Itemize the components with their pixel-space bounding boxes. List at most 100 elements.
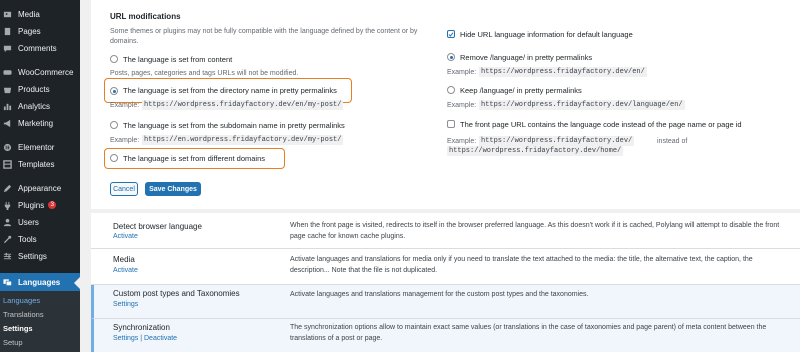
sidebar-item-elementor[interactable]: Elementor [0,138,80,156]
languages-icon [3,278,12,287]
module-name: Detect browser language [113,222,202,231]
keep-language-slug-label: Keep /language/ in pretty permalinks [460,86,582,95]
checkmark-icon [448,31,454,37]
sidebar-item-users[interactable]: Users [0,213,80,231]
sidebar-item-label: Comments [18,43,57,53]
example-label: Example: [110,137,140,144]
sidebar-item-woocommerce[interactable]: WooCommerce [0,63,80,81]
front-page-language-code-label: The front page URL contains the language… [460,120,742,129]
table-row-media: Media Activate Activate languages and tr… [91,249,800,285]
example-url-keep-slug: https://wordpress.fridayfactory.dev/lang… [479,100,685,110]
woocommerce-icon [3,68,12,77]
elementor-icon [3,143,12,152]
products-icon [3,85,12,94]
module-description: Activate languages and translations for … [290,256,753,274]
sidebar-item-comments[interactable]: Comments [0,39,80,57]
plugins-icon [3,201,12,210]
module-name: Media [113,255,135,264]
analytics-icon [3,102,12,111]
table-row-synchronization: Synchronization Settings | Deactivate Th… [91,319,800,352]
module-description: When the front page is visited, redirect… [290,222,780,240]
sidebar-item-marketing[interactable]: Marketing [0,114,80,132]
sidebar-item-label: Products [18,84,50,94]
example-url-remove-slug: https://wordpress.fridayfactory.dev/en/ [479,67,647,77]
module-action-links[interactable]: Settings | Deactivate [113,335,177,342]
media-icon [3,10,12,19]
module-description: Activate languages and translations mana… [290,291,589,298]
hide-default-language-checkbox[interactable] [447,30,455,38]
module-name: Custom post types and Taxonomies [113,289,240,298]
sidebar-item-label: Media [18,9,40,19]
module-name: Synchronization [113,323,170,332]
example-label: Example: [447,69,477,76]
sidebar-item-plugins[interactable]: Plugins 3 [0,196,80,214]
sidebar-item-label: Appearance [18,183,62,193]
settings-icon [3,252,12,261]
option-label-subdomain: The language is set from the subdomain n… [123,121,345,130]
admin-sidebar: Media Pages Comments WooCommerce Product… [0,0,80,352]
sidebar-item-products[interactable]: Products [0,80,80,98]
sidebar-item-templates[interactable]: Templates [0,155,80,173]
submenu-item-translations[interactable]: Translations [3,310,44,319]
option-label-content: The language is set from content [123,55,233,64]
module-action-link[interactable]: Activate [113,267,138,274]
option-label-directory: The language is set from the directory n… [123,86,337,95]
active-menu-pointer [74,277,80,289]
sidebar-item-label: Templates [18,159,55,169]
radio-language-from-content[interactable] [110,55,118,63]
sidebar-item-appearance[interactable]: Appearance [0,179,80,197]
comments-icon [3,44,12,53]
sidebar-item-label: Analytics [18,101,51,111]
submenu-item-setup[interactable]: Setup [3,338,23,347]
option-label-domains: The language is set from different domai… [123,154,266,163]
example-url-home: https://wordpress.fridayfactory.dev/home… [447,146,624,156]
sidebar-item-pages[interactable]: Pages [0,22,80,40]
radio-language-from-domains[interactable] [110,154,118,162]
example-label: Example: [110,102,140,109]
templates-icon [3,159,12,169]
radio-remove-language-slug[interactable] [447,53,455,61]
table-row-detect-browser-language: Detect browser language Activate When th… [91,213,800,249]
section-title: URL modifications [110,12,181,21]
modules-table: Detect browser language Activate When th… [91,213,800,352]
sidebar-item-label: Marketing [18,118,54,128]
hide-default-language-label: Hide URL language information for defaul… [460,30,633,39]
submenu-item-languages[interactable]: Languages [3,296,40,305]
languages-submenu: Languages Translations Settings Setup [0,291,80,352]
save-changes-button[interactable]: Save Changes [145,182,201,196]
module-action-link[interactable]: Settings [113,301,138,308]
marketing-icon [3,119,12,128]
table-row-custom-post-types: Custom post types and Taxonomies Setting… [91,285,800,319]
example-url-directory: https://wordpress.fridayfactory.dev/en/m… [142,100,344,110]
compatibility-note: Some themes or plugins may not be fully … [110,28,418,45]
module-action-link[interactable]: Activate [113,233,138,240]
cancel-button[interactable]: Cancel [110,182,138,196]
radio-keep-language-slug[interactable] [447,86,455,94]
example-label: Example: [447,102,477,109]
front-page-language-code-checkbox[interactable] [447,120,455,128]
sidebar-item-analytics[interactable]: Analytics [0,97,80,115]
radio-language-from-subdomain[interactable] [110,121,118,129]
sidebar-item-label: Tools [18,234,37,244]
url-modifications-panel: URL modifications Some themes or plugins… [91,0,800,209]
sidebar-item-tools[interactable]: Tools [0,230,80,248]
sidebar-item-label: Languages [18,277,61,287]
users-icon [3,218,12,227]
pages-icon [3,27,12,36]
appearance-icon [3,184,12,193]
update-count-badge: 3 [48,201,57,209]
module-description: The synchronization options allow to mai… [290,324,767,342]
sidebar-item-media[interactable]: Media [0,5,80,23]
instead-of-text: instead of [657,138,688,145]
radio-language-from-directory[interactable] [110,87,118,95]
sidebar-item-label: Plugins [18,200,45,210]
submenu-item-settings[interactable]: Settings [3,324,33,333]
remove-language-slug-label: Remove /language/ in pretty permalinks [460,53,593,62]
sidebar-item-label: Users [18,217,39,227]
sidebar-item-label: Elementor [18,142,55,152]
sidebar-item-label: Settings [18,251,47,261]
sidebar-item-languages[interactable]: Languages [0,273,80,291]
example-url-subdomain: https://en.wordpress.fridayfactory.dev/m… [142,135,344,145]
sidebar-item-settings[interactable]: Settings [0,247,80,265]
sidebar-item-label: Pages [18,26,41,36]
